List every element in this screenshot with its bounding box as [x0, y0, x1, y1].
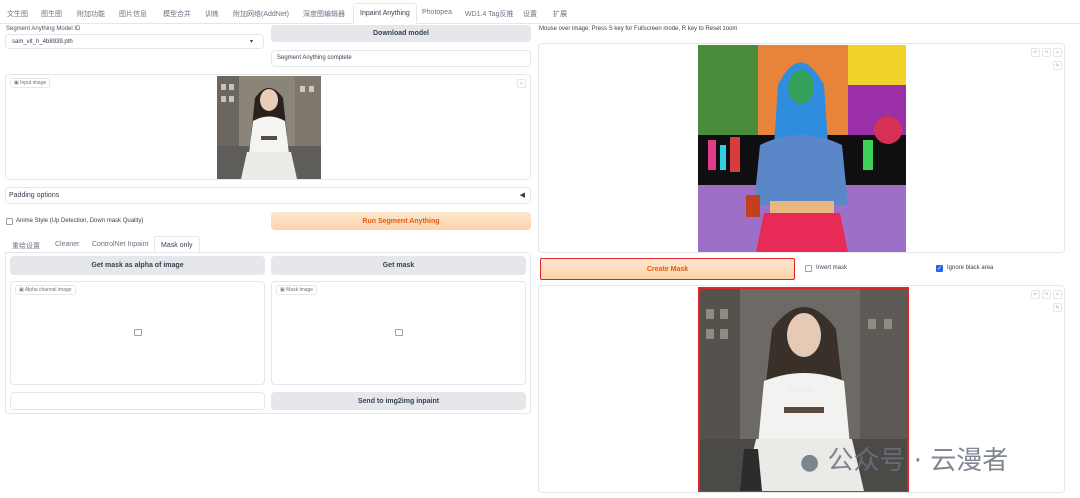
redo-icon[interactable]: ↷ [1042, 290, 1051, 299]
tab-png-info[interactable]: 图片信息 [119, 9, 147, 19]
empty-output-field [10, 392, 265, 410]
close-icon[interactable]: × [1053, 290, 1062, 299]
close-icon[interactable]: × [1053, 48, 1062, 57]
subtab-cleaner[interactable]: Cleaner [55, 241, 80, 248]
watermark-center: 开始绘制 [790, 388, 815, 394]
tab-train[interactable]: 训练 [205, 9, 219, 19]
ignore-black-area-checkbox[interactable]: ✓ [936, 265, 943, 272]
image-placeholder-icon [395, 329, 403, 336]
subtab-inpaint-settings[interactable]: 重绘设置 [12, 241, 40, 251]
run-segment-anything-button[interactable]: Run Segment Anything [271, 212, 531, 230]
tab-extras[interactable]: 附加功能 [77, 9, 105, 19]
status-textbox: Segment Anything complete [271, 50, 531, 67]
segment-image-panel[interactable]: ↶ ↷ × ✎ [538, 43, 1065, 253]
redo-icon[interactable]: ↷ [1042, 48, 1051, 57]
segmentation-map[interactable] [698, 45, 906, 252]
invert-mask-label: Invert mask [816, 265, 848, 271]
download-model-button[interactable]: Download model [271, 25, 531, 42]
watermark: ● 公众号 · 云漫者 [800, 446, 1009, 476]
mask-image-label: ▣ Mask image [276, 285, 318, 295]
tab-photopea[interactable]: Photopea [422, 9, 452, 16]
alpha-channel-image-label: ▣ Alpha channel image [15, 285, 76, 295]
input-photo [217, 76, 321, 179]
tab-wd14-tagger[interactable]: WD1.4 Tag反推 [465, 9, 514, 19]
anime-style-label: Anime Style (Up Detection, Down mask Qua… [16, 218, 144, 224]
tab-depth-editor[interactable]: 深度图编辑器 [303, 9, 345, 19]
chevron-down-icon: ▾ [249, 39, 253, 45]
brush-icon[interactable]: ✎ [1053, 303, 1062, 312]
top-tab-bar: 文生图 图生图 附加功能 图片信息 模型合并 训练 附加网络(AddNet) 深… [0, 0, 1080, 24]
tab-checkpoint-merger[interactable]: 模型合并 [163, 9, 191, 19]
model-select-value: sam_vit_h_4b8939.pth [12, 39, 73, 45]
tab-txt2img[interactable]: 文生图 [7, 9, 28, 19]
create-mask-button[interactable]: Create Mask [540, 258, 795, 280]
wechat-icon: ● [800, 450, 820, 475]
padding-options-accordion[interactable]: Padding options ◀ [5, 187, 531, 204]
send-to-img2img-inpaint-button[interactable]: Send to img2img inpaint [271, 392, 526, 410]
tab-extensions[interactable]: 扩展 [553, 9, 567, 19]
input-image-panel[interactable]: ▣ Input image × [5, 74, 531, 180]
anime-style-checkbox[interactable] [6, 218, 13, 225]
close-icon[interactable]: × [517, 79, 526, 88]
undo-icon[interactable]: ↶ [1031, 290, 1040, 299]
input-image-label: ▣ Input image [10, 78, 51, 88]
mask-image-panel[interactable]: ▣ Mask image [271, 281, 526, 385]
undo-icon[interactable]: ↶ [1031, 48, 1040, 57]
padding-options-label: Padding options [9, 192, 60, 199]
model-select[interactable]: sam_vit_h_4b8939.pth ▾ [5, 34, 264, 49]
invert-mask-checkbox[interactable] [805, 265, 812, 272]
get-mask-as-alpha-button[interactable]: Get mask as alpha of image [10, 256, 265, 275]
alpha-channel-image-panel[interactable]: ▣ Alpha channel image [10, 281, 265, 385]
status-text: Segment Anything complete [277, 55, 352, 61]
tab-addnet[interactable]: 附加网络(AddNet) [233, 9, 289, 19]
model-id-label: Segment Anything Model ID [6, 26, 81, 32]
brush-icon[interactable]: ✎ [1053, 61, 1062, 70]
ignore-black-area-label: Ignore black area [947, 265, 994, 271]
tab-img2img[interactable]: 图生图 [41, 9, 62, 19]
get-mask-button[interactable]: Get mask [271, 256, 526, 275]
tab-settings[interactable]: 设置 [523, 9, 537, 19]
image-placeholder-icon [134, 329, 142, 336]
tab-inpaint-anything[interactable]: Inpaint Anything [353, 3, 417, 24]
subtab-mask-only[interactable]: Mask only [154, 236, 200, 253]
fullscreen-hint: Mouse over image: Press S key for Fullsc… [539, 26, 738, 32]
collapse-arrow-icon: ◀ [519, 192, 525, 199]
subtab-controlnet-inpaint[interactable]: ControlNet Inpaint [92, 241, 148, 248]
